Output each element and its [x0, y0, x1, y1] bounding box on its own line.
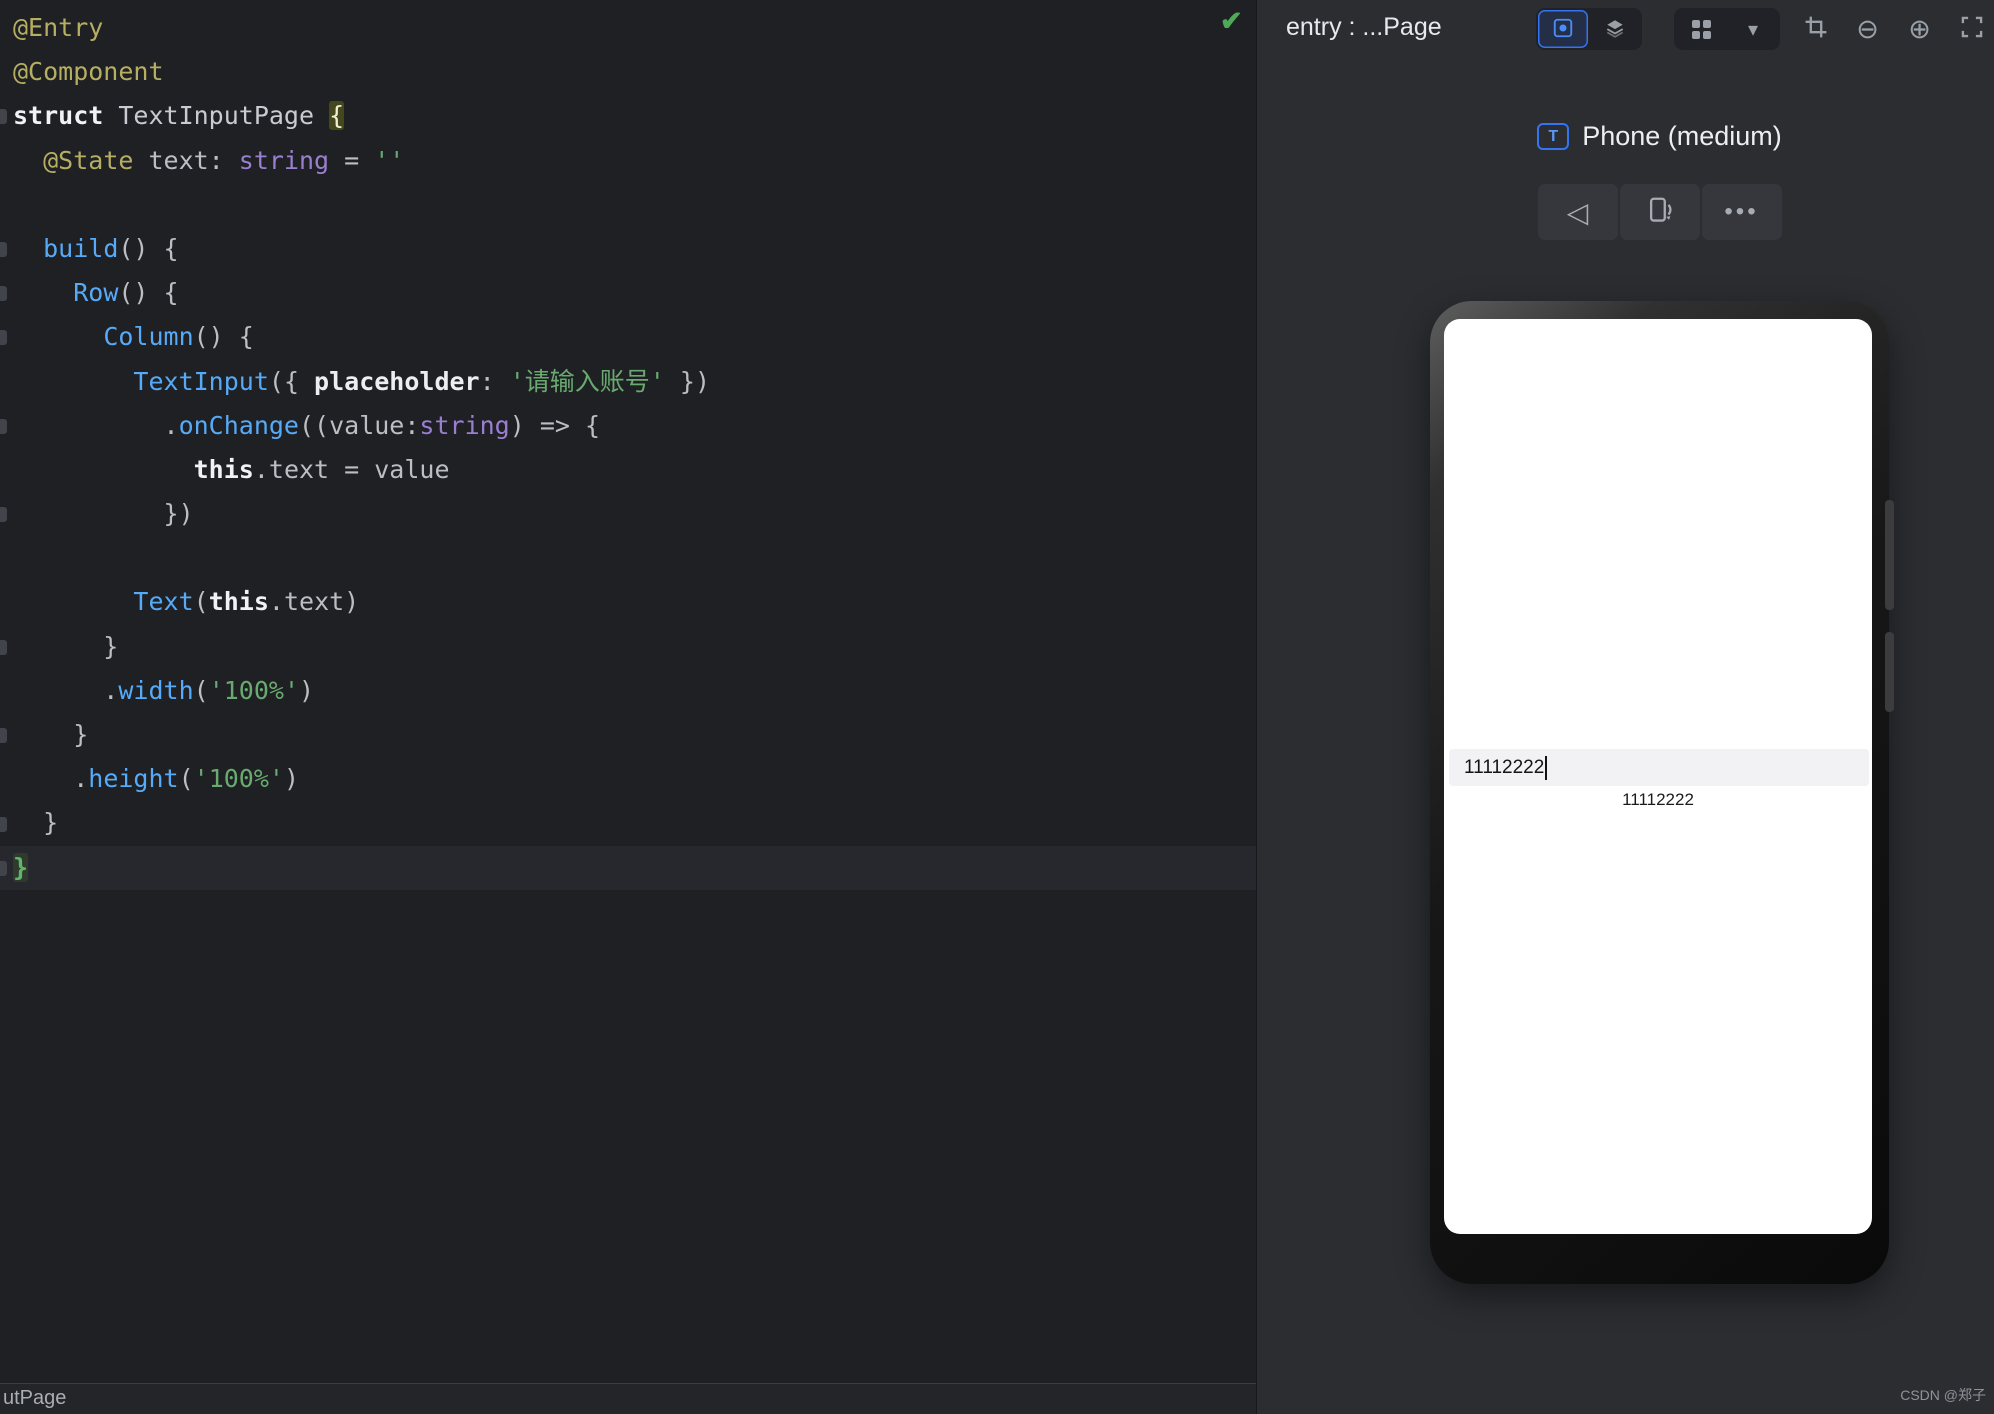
textinput-component-icon: T [1537, 123, 1569, 150]
component-row: T Phone (medium) [1430, 121, 1889, 152]
more-options-button[interactable]: ••• [1702, 184, 1782, 240]
ellipsis-icon: ••• [1724, 198, 1758, 226]
code-line[interactable]: build() { [0, 227, 1256, 271]
triangle-left-icon: ◁ [1567, 196, 1589, 229]
rotate-device-button[interactable] [1620, 184, 1700, 240]
zoom-in-button[interactable]: ⊕ [1899, 9, 1940, 49]
device-power-button [1885, 632, 1894, 712]
fold-marker[interactable] [0, 330, 7, 345]
code-line[interactable]: } [0, 713, 1256, 757]
code-line[interactable]: } [0, 801, 1256, 845]
code-line[interactable]: Row() { [0, 271, 1256, 315]
previewer-title: entry : ...Page [1286, 13, 1442, 42]
zoom-in-icon: ⊕ [1908, 16, 1931, 43]
text-cursor-icon [1545, 756, 1547, 780]
previewer-panel: entry : ...Page ▾ ⊖ ⊕ [1256, 0, 1994, 1414]
code-line[interactable] [0, 536, 1256, 580]
code-line[interactable]: } [0, 846, 1256, 890]
fold-marker[interactable] [0, 507, 7, 522]
device-frame: 11112222 11112222 [1430, 301, 1889, 1284]
code-line[interactable]: @Component [0, 50, 1256, 94]
preview-echo-text: 11112222 [1444, 790, 1872, 810]
fold-marker[interactable] [0, 861, 7, 876]
code-line[interactable]: @State text: string = '' [0, 139, 1256, 183]
watermark: CSDN @郑子 [1900, 1385, 1986, 1405]
textinput-value: 11112222 [1464, 757, 1544, 779]
inspection-ok-icon: ✔ [1220, 6, 1243, 37]
device-profile-label: Phone (medium) [1582, 121, 1782, 152]
code-line[interactable]: struct TextInputPage { [0, 94, 1256, 138]
code-line[interactable]: Text(this.text) [0, 580, 1256, 624]
fold-marker[interactable] [0, 419, 7, 434]
fold-marker[interactable] [0, 109, 7, 124]
device-screen: 11112222 11112222 [1444, 319, 1872, 1234]
rotate-left-button[interactable]: ◁ [1538, 184, 1618, 240]
code-line[interactable]: @Entry [0, 6, 1256, 50]
device-column: T Phone (medium) ◁ ••• 11112222 [1430, 0, 1889, 1414]
code-line[interactable]: TextInput({ placeholder: '请输入账号' }) [0, 360, 1256, 404]
fold-marker[interactable] [0, 817, 7, 832]
code-line[interactable]: .onChange((value:string) => { [0, 404, 1256, 448]
code-line[interactable]: .height('100%') [0, 757, 1256, 801]
code-line[interactable] [0, 183, 1256, 227]
rotate-phone-icon [1645, 194, 1675, 231]
fold-marker[interactable] [0, 286, 7, 301]
code-line[interactable]: .width('100%') [0, 669, 1256, 713]
code-editor[interactable]: @Entry@Componentstruct TextInputPage { @… [0, 0, 1256, 1414]
code-line[interactable]: this.text = value [0, 448, 1256, 492]
previewer-actions: ◁ ••• [1538, 184, 1782, 240]
fold-marker[interactable] [0, 728, 7, 743]
breadcrumb[interactable]: utPage [3, 1387, 66, 1410]
device-volume-button [1885, 500, 1894, 610]
code-line[interactable]: } [0, 625, 1256, 669]
fold-marker[interactable] [0, 640, 7, 655]
fit-to-window-button[interactable] [1951, 9, 1992, 49]
code-line[interactable]: }) [0, 492, 1256, 536]
fit-to-window-icon [1959, 14, 1985, 45]
preview-textinput[interactable]: 11112222 [1449, 749, 1869, 786]
fold-marker[interactable] [0, 242, 7, 257]
breadcrumb-bar: utPage [0, 1383, 1256, 1414]
code-lines[interactable]: @Entry@Componentstruct TextInputPage { @… [0, 6, 1256, 890]
code-line[interactable]: Column() { [0, 315, 1256, 359]
